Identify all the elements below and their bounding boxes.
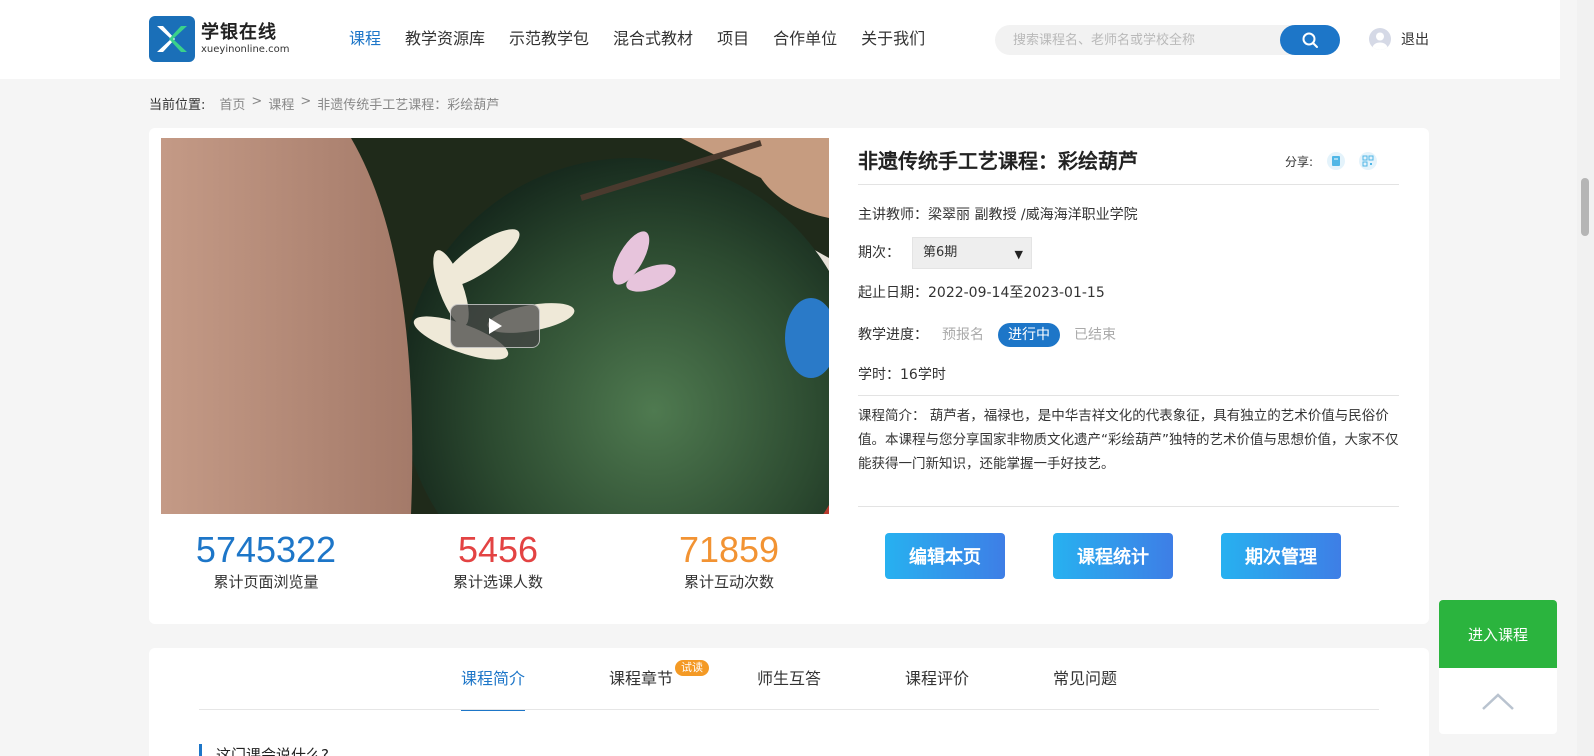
tab-label: 课程评价 [905, 669, 970, 688]
share-area: 分享: [1285, 152, 1377, 170]
breadcrumb-label: 当前位置: [149, 98, 206, 113]
course-info: 非遗传统手工艺课程：彩绘葫芦 分享: 主讲教师：梁翠丽 副教授 /威海海洋职业学… [858, 138, 1399, 507]
stat-value: 5456 [457, 529, 539, 570]
top-header: 学银在线 xueyinonline.com 课程 教学资源库 示范教学包 混合式… [0, 0, 1560, 79]
tab-bar: 课程简介 课程章节 试读 师生互答 课程评价 常见问题 [461, 648, 1201, 711]
trial-badge: 试读 [675, 660, 709, 676]
progress-row: 教学进度： 预报名 进行中 已结束 [858, 323, 1399, 347]
course-hours: 学时：16学时 [858, 367, 946, 383]
course-stats-button[interactable]: 课程统计 [1053, 533, 1173, 579]
progress-ended: 已结束 [1074, 327, 1116, 343]
stat-value: 71859 [678, 529, 780, 570]
chevron-up-icon [1482, 693, 1514, 710]
user-area: 退出 [1369, 28, 1429, 50]
qrcode-icon[interactable] [1359, 152, 1377, 170]
search-bar [995, 25, 1340, 55]
term-row: 期次： 第6期 ▼ [858, 237, 1399, 269]
course-card: 5745322 累计页面浏览量 5456 累计选课人数 71859 累计互动次数… [149, 128, 1429, 624]
breadcrumb-separator: > [300, 94, 312, 109]
term-value: 第6期 [923, 245, 958, 260]
progress-pre-enroll: 预报名 [942, 327, 984, 343]
term-label: 期次： [858, 245, 900, 261]
course-intro: 课程简介： 葫芦者，福禄也，是中华吉祥文化的代表象征，具有独立的艺术价值与民俗价… [858, 408, 1399, 472]
section-title: 这门课会说什么? [199, 744, 329, 756]
course-detail-tabs: 课程简介 课程章节 试读 师生互答 课程评价 常见问题 这门课会说什么? [149, 648, 1429, 756]
breadcrumb-courses[interactable]: 课程 [268, 94, 294, 113]
main-nav: 课程 教学资源库 示范教学包 混合式教材 项目 合作单位 关于我们 [349, 28, 949, 50]
nav-about[interactable]: 关于我们 [861, 28, 925, 50]
logo-name: 学银在线 [201, 22, 277, 43]
action-buttons: 编辑本页 课程统计 期次管理 [885, 533, 1389, 579]
nav-courses[interactable]: 课程 [349, 28, 381, 50]
tab-course-intro[interactable]: 课程简介 [461, 648, 609, 711]
video-player[interactable] [161, 138, 829, 514]
progress-label: 教学进度： [858, 327, 928, 343]
search-button[interactable] [1280, 25, 1340, 55]
nav-demo-packs[interactable]: 示范教学包 [509, 28, 589, 50]
edit-page-button[interactable]: 编辑本页 [885, 533, 1005, 579]
course-stats: 5745322 累计页面浏览量 5456 累计选课人数 71859 累计互动次数 [161, 528, 829, 598]
share-label: 分享: [1284, 154, 1313, 169]
stat-label: 累计选课人数 [452, 573, 543, 591]
logout-link[interactable]: 退出 [1401, 29, 1429, 49]
stat-label: 累计页面浏览量 [213, 573, 319, 591]
tab-reviews[interactable]: 课程评价 [905, 648, 1053, 710]
scroll-thumb[interactable] [1581, 178, 1589, 236]
date-range: 起止日期：2022-09-14至2023-01-15 [858, 285, 1105, 301]
play-icon [489, 318, 502, 334]
breadcrumb: 当前位置: 首页 > 课程 > 非遗传统手工艺课程：彩绘葫芦 [149, 94, 499, 113]
tab-qa[interactable]: 师生互答 [757, 648, 905, 710]
breadcrumb-separator: > [251, 94, 263, 109]
breadcrumb-home[interactable]: 首页 [219, 94, 245, 113]
tab-label: 课程章节 [609, 669, 674, 688]
nav-partners[interactable]: 合作单位 [773, 28, 837, 50]
stat-interactions: 71859 累计互动次数 [629, 528, 829, 592]
tab-divider [199, 709, 1379, 710]
teacher-line: 主讲教师：梁翠丽 副教授 /威海海洋职业学院 [858, 207, 1138, 223]
progress-in-progress: 进行中 [998, 323, 1060, 347]
term-management-button[interactable]: 期次管理 [1221, 533, 1341, 579]
tab-chapters[interactable]: 课程章节 试读 [609, 648, 757, 710]
stat-page-views: 5745322 累计页面浏览量 [166, 528, 366, 592]
breadcrumb-current: 非遗传统手工艺课程：彩绘葫芦 [317, 98, 500, 113]
enter-course-button[interactable]: 进入课程 [1439, 600, 1557, 668]
nav-resource-library[interactable]: 教学资源库 [405, 28, 485, 50]
tab-faq[interactable]: 常见问题 [1053, 648, 1201, 710]
divider [858, 506, 1399, 507]
play-button[interactable] [450, 304, 540, 348]
divider [858, 395, 1399, 396]
tab-label: 师生互答 [757, 669, 822, 688]
divider [858, 184, 1399, 185]
nav-blended-textbooks[interactable]: 混合式教材 [613, 28, 693, 50]
search-input[interactable] [1013, 25, 1263, 55]
back-to-top-button[interactable] [1439, 668, 1557, 734]
avatar[interactable] [1369, 28, 1391, 50]
tab-label: 课程简介 [461, 669, 526, 688]
nav-projects[interactable]: 项目 [717, 28, 749, 50]
stat-value: 5745322 [195, 529, 337, 570]
term-select[interactable]: 第6期 ▼ [912, 237, 1032, 269]
stat-enrollments: 5456 累计选课人数 [398, 528, 598, 592]
site-logo[interactable]: 学银在线 xueyinonline.com [149, 16, 289, 62]
dropdown-arrow-icon: ▼ [1014, 248, 1023, 261]
logo-icon [149, 16, 195, 62]
search-icon [1302, 32, 1318, 48]
stat-label: 累计互动次数 [683, 573, 774, 591]
logo-domain: xueyinonline.com [201, 44, 290, 55]
book-share-icon[interactable] [1327, 152, 1345, 170]
tab-label: 常见问题 [1053, 669, 1118, 688]
page-scrollbar[interactable] [1577, 0, 1594, 756]
